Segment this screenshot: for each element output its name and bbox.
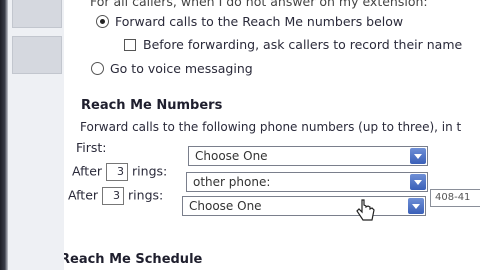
voice-option-row[interactable]: Go to voice messaging xyxy=(91,61,253,76)
third-rings-row: After 3 rings: xyxy=(68,187,163,205)
hand-cursor-icon xyxy=(356,199,375,221)
first-label: First: xyxy=(76,140,107,155)
forward-option-label: Forward calls to the Reach Me numbers be… xyxy=(115,14,404,29)
monitor-bezel xyxy=(0,0,8,270)
ask-record-option-row[interactable]: Before forwarding, ask callers to record… xyxy=(124,37,462,52)
second-number-select[interactable]: other phone: xyxy=(186,172,428,192)
forward-option-row[interactable]: Forward calls to the Reach Me numbers be… xyxy=(96,14,403,29)
schedule-heading: Reach Me Schedule xyxy=(64,252,203,267)
sidebar-tile xyxy=(12,36,62,74)
third-number-select[interactable]: Choose One xyxy=(182,196,426,216)
sidebar-tile xyxy=(12,0,62,28)
third-number-value: Choose One xyxy=(189,199,262,213)
rings-label: rings: xyxy=(132,163,168,179)
chevron-down-icon[interactable] xyxy=(410,148,426,164)
after-label: After xyxy=(72,163,103,179)
second-rings-input[interactable]: 3 xyxy=(106,163,129,181)
ask-record-checkbox[interactable] xyxy=(124,39,136,51)
second-rings-row: After 3 rings: xyxy=(72,163,167,181)
ask-record-label: Before forwarding, ask callers to record… xyxy=(143,37,463,52)
third-rings-input[interactable]: 3 xyxy=(102,187,125,205)
after-label: After xyxy=(68,187,99,203)
reach-me-description: Forward calls to the following phone num… xyxy=(80,120,462,134)
forward-radio[interactable] xyxy=(96,15,109,28)
sidebar xyxy=(8,0,64,270)
voice-radio[interactable] xyxy=(91,62,104,75)
forwarding-settings-panel: For all callers, when I do not answer on… xyxy=(64,0,480,270)
chevron-down-icon[interactable] xyxy=(410,174,426,190)
forwarding-intro: For all callers, when I do not answer on… xyxy=(90,0,428,9)
reach-me-heading: Reach Me Numbers xyxy=(81,98,223,113)
voice-option-label: Go to voice messaging xyxy=(110,61,253,76)
first-number-select[interactable]: Choose One xyxy=(188,146,428,166)
chevron-down-icon[interactable] xyxy=(408,198,424,214)
rings-label: rings: xyxy=(128,187,164,203)
first-number-value: Choose One xyxy=(195,149,268,163)
second-phone-input[interactable]: 408-41 xyxy=(430,189,480,207)
second-number-value: other phone: xyxy=(193,175,271,189)
